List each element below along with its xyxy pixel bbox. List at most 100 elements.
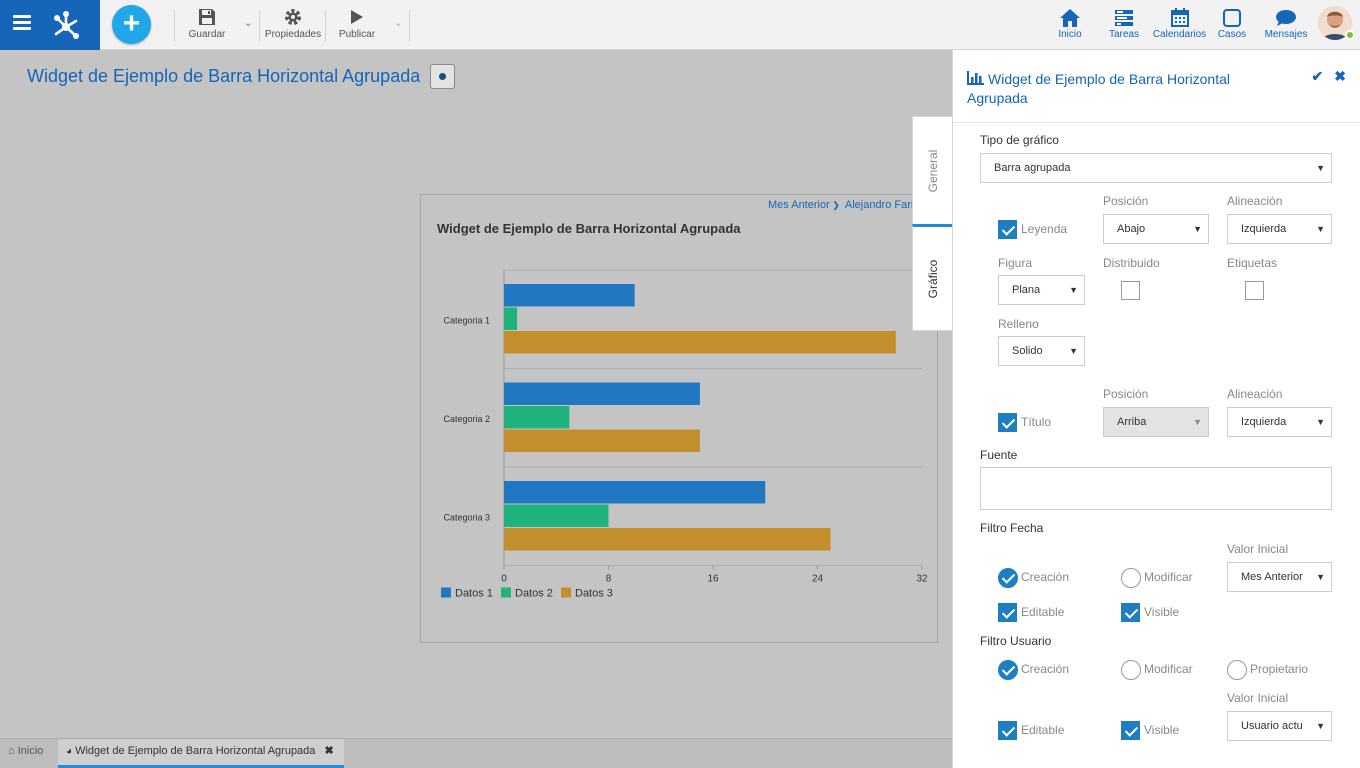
date-visible-checkbox[interactable] <box>1121 603 1140 622</box>
save-button[interactable]: Guardar <box>186 7 228 40</box>
date-initial-select[interactable]: Mes Anterior ▼ <box>1227 562 1332 592</box>
fill-value: Solido <box>1012 345 1043 357</box>
home-icon <box>1060 8 1080 27</box>
date-filter-dropdown[interactable]: Mes Anterior ❯ <box>768 199 840 211</box>
bar <box>504 331 896 354</box>
check-icon[interactable]: ✔ <box>1312 68 1324 84</box>
nav-messages-label: Mensajes <box>1264 29 1308 40</box>
bar <box>504 429 700 452</box>
nav-calendars[interactable]: Calendarios <box>1152 7 1207 40</box>
user-initial-value-label: Valor Inicial <box>1227 691 1289 705</box>
dropdown-arrow-icon: ▼ <box>1316 721 1325 731</box>
save-dropdown-chevron-icon[interactable]: ⌄ <box>244 18 252 29</box>
bar <box>504 406 570 429</box>
date-initial-value-label: Valor Inicial <box>1227 542 1289 556</box>
properties-button[interactable]: Propiedades <box>264 7 322 40</box>
date-filter-label: Filtro Fecha <box>980 521 1044 535</box>
date-modify-label: Modificar <box>1144 570 1193 584</box>
cases-icon <box>1223 8 1241 27</box>
publish-button[interactable]: Publicar <box>337 7 377 40</box>
tasks-icon <box>1115 9 1133 26</box>
online-status-badge <box>1345 30 1355 40</box>
x-tick-label: 0 <box>501 574 507 585</box>
dropdown-arrow-icon: ▼ <box>1316 163 1325 173</box>
date-modify-radio[interactable] <box>1121 568 1141 588</box>
fill-label: Relleno <box>998 317 1039 331</box>
title-checkbox[interactable] <box>998 413 1017 432</box>
date-initial-value: Mes Anterior <box>1241 571 1303 583</box>
title-alignment-value: Izquierda <box>1241 416 1287 428</box>
user-editable-checkbox[interactable] <box>998 721 1017 740</box>
tab-chart-label: Gráfico <box>926 259 940 298</box>
bottom-tab-widget-label: Widget de Ejemplo de Barra Horizontal Ag… <box>75 745 316 757</box>
figure-select[interactable]: Plana ▼ <box>998 275 1085 305</box>
distributed-checkbox[interactable] <box>1121 281 1140 300</box>
hamburger-menu-icon[interactable] <box>13 15 31 30</box>
widget-title: Widget de Ejemplo de Barra Horizontal Ag… <box>437 221 741 236</box>
data-labels-checkbox[interactable] <box>1245 281 1264 300</box>
nav-home-label: Inicio <box>1058 29 1082 40</box>
bottom-tab-home[interactable]: ⌂ Inicio <box>8 739 43 768</box>
close-icon[interactable]: ✖ <box>1334 68 1346 84</box>
bottom-tab-widget[interactable]: ◕ Widget de Ejemplo de Barra Horizontal … <box>58 739 344 768</box>
tab-general[interactable]: General <box>912 116 953 225</box>
app-logo-icon[interactable] <box>50 9 82 41</box>
user-initial-value: Usuario actu <box>1241 720 1303 732</box>
date-creation-label: Creación <box>1021 570 1070 584</box>
fill-select[interactable]: Solido ▼ <box>998 336 1085 366</box>
nav-tasks[interactable]: Tareas <box>1106 7 1142 40</box>
legend-label: Datos 3 <box>575 588 613 600</box>
chart-type-value: Barra agrupada <box>994 162 1071 174</box>
nav-messages[interactable]: Mensajes <box>1263 7 1309 40</box>
panel-actions: ✔ ✖ <box>1301 68 1346 85</box>
bar-chart-icon <box>967 71 984 85</box>
toolbar-divider <box>409 10 410 42</box>
tab-chart[interactable]: Gráfico <box>912 224 953 331</box>
add-button[interactable]: + <box>112 5 151 44</box>
user-filter-dropdown[interactable]: Alejandro Fari <box>845 199 913 211</box>
properties-label: Propiedades <box>264 29 322 40</box>
title-alignment-select[interactable]: Izquierda ▼ <box>1227 407 1332 437</box>
widget-status-button[interactable] <box>430 64 455 89</box>
legend-alignment-select[interactable]: Izquierda ▼ <box>1227 214 1332 244</box>
bottom-tab-home-label: Inicio <box>17 745 44 757</box>
gear-icon <box>285 9 301 25</box>
close-icon[interactable]: ✖ <box>324 745 333 757</box>
user-modify-radio[interactable] <box>1121 660 1141 680</box>
legend-position-select[interactable]: Abajo ▼ <box>1103 214 1209 244</box>
figure-label: Figura <box>998 256 1033 270</box>
user-owner-radio[interactable] <box>1227 660 1247 680</box>
source-textarea[interactable] <box>980 467 1332 510</box>
x-tick-label: 24 <box>812 574 824 585</box>
date-editable-label: Editable <box>1021 605 1065 619</box>
legend-swatch <box>561 587 571 598</box>
chart-pie-icon: ◕ <box>66 746 73 757</box>
publish-dropdown-chevron-icon[interactable]: ⌄ <box>394 18 402 29</box>
title-position-label: Posición <box>1103 387 1149 401</box>
legend-checkbox[interactable] <box>998 220 1017 239</box>
legend-position-label: Posición <box>1103 194 1149 208</box>
save-label: Guardar <box>188 29 226 40</box>
date-creation-radio[interactable] <box>998 568 1018 588</box>
user-creation-radio[interactable] <box>998 660 1018 680</box>
brand-area <box>0 0 100 50</box>
date-editable-checkbox[interactable] <box>998 603 1017 622</box>
nav-cases[interactable]: Casos <box>1216 7 1248 40</box>
source-label: Fuente <box>980 448 1018 462</box>
nav-home[interactable]: Inicio <box>1054 7 1086 40</box>
bar <box>504 382 700 405</box>
data-labels-label: Etiquetas <box>1227 256 1278 270</box>
category-label: Categoria 2 <box>443 414 490 424</box>
x-tick-label: 8 <box>606 574 612 585</box>
chevron-down-icon: ❯ <box>829 200 840 210</box>
category-label: Categoria 1 <box>443 315 490 325</box>
legend-position-value: Abajo <box>1117 223 1146 235</box>
chart-type-select[interactable]: Barra agrupada ▼ <box>980 153 1332 183</box>
title-position-select: Arriba ▼ <box>1103 407 1209 437</box>
widget-filters: Mes Anterior ❯ Alejandro Fari <box>768 199 913 211</box>
legend-alignment-value: Izquierda <box>1241 223 1287 235</box>
legend-label: Datos 1 <box>455 588 493 600</box>
user-initial-select[interactable]: Usuario actu ▼ <box>1227 711 1332 741</box>
title-position-value: Arriba <box>1117 416 1147 428</box>
user-visible-checkbox[interactable] <box>1121 721 1140 740</box>
